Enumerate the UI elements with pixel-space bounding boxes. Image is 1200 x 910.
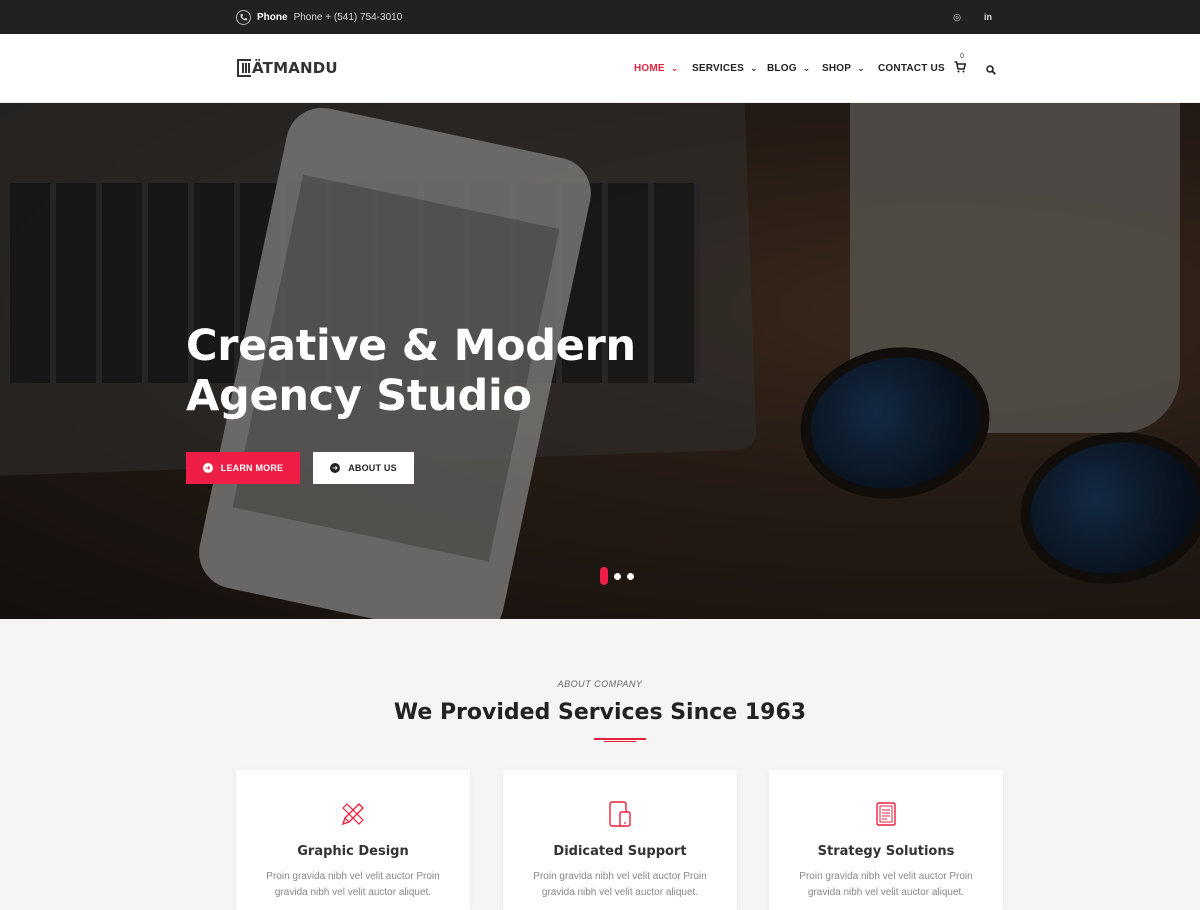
chevron-down-icon: ⌄ bbox=[750, 62, 758, 73]
pencil-ruler-icon bbox=[339, 800, 367, 828]
service-card-strategy-solutions[interactable]: Strategy Solutions Proin gravida nibh ve… bbox=[769, 770, 1003, 910]
clipboard-icon bbox=[872, 800, 900, 828]
site-header: ÄTMANDU bbox=[0, 34, 1200, 103]
logo-text: ÄTMANDU bbox=[252, 59, 338, 77]
learn-more-label: LEARN MORE bbox=[220, 463, 284, 473]
arrow-right-circle-icon: ➜ bbox=[330, 463, 341, 473]
service-card-text: Proin gravida nibh vel velit auctor Proi… bbox=[799, 871, 973, 898]
nav-contact-us-label: CONTACT US bbox=[878, 62, 945, 74]
about-us-button[interactable]: ➜ ABOUT US bbox=[313, 452, 414, 484]
chevron-down-icon: ⌄ bbox=[802, 62, 811, 73]
top-bar: Phone Phone + (541) 754-3010 ◎ in bbox=[0, 0, 1200, 34]
slider-dot-2[interactable] bbox=[614, 572, 621, 580]
service-card-text: Proin gravida nibh vel velit auctor Proi… bbox=[533, 871, 707, 898]
hero-title-line1: Creative & Modern bbox=[186, 321, 636, 371]
nav-blog[interactable]: BLOG ⌄ bbox=[767, 60, 810, 76]
logo-mark-icon bbox=[237, 59, 251, 77]
cart-icon[interactable] bbox=[954, 60, 968, 74]
about-title: We Provided Services Since 1963 bbox=[393, 700, 807, 725]
service-card-didicated-support[interactable]: Didicated Support Proin gravida nibh vel… bbox=[503, 770, 737, 910]
arrow-right-circle-icon: ➜ bbox=[202, 463, 213, 473]
phone-info: Phone Phone + (541) 754-3010 bbox=[236, 9, 402, 25]
service-card-graphic-design[interactable]: Graphic Design Proin gravida nibh vel ve… bbox=[236, 770, 470, 910]
slider-dot-3[interactable] bbox=[627, 572, 634, 580]
nav-contact-us[interactable]: CONTACT US bbox=[878, 60, 945, 76]
nav-home-label: HOME bbox=[634, 62, 665, 74]
phone-number: Phone + (541) 754-3010 bbox=[293, 11, 403, 23]
nav-services[interactable]: SERVICES ⌄ bbox=[692, 60, 758, 76]
nav-shop-label: SHOP bbox=[822, 62, 852, 74]
search-icon[interactable] bbox=[986, 62, 998, 75]
slider-pagination bbox=[600, 567, 634, 585]
chevron-down-icon: ⌄ bbox=[857, 62, 865, 73]
phone-label: Phone bbox=[257, 11, 288, 23]
about-kicker: ABOUT COMPANY bbox=[557, 679, 643, 689]
service-card-text: Proin gravida nibh vel velit auctor Proi… bbox=[266, 871, 440, 898]
site-logo[interactable]: ÄTMANDU bbox=[237, 58, 338, 78]
service-card-title: Graphic Design bbox=[297, 844, 409, 859]
nav-home[interactable]: HOME ⌄ bbox=[634, 60, 679, 76]
slider-dot-1[interactable] bbox=[600, 567, 608, 585]
chevron-down-icon: ⌄ bbox=[670, 62, 679, 73]
instagram-icon[interactable]: ◎ bbox=[949, 9, 965, 25]
hero-slider: Creative & Modern Agency Studio ➜ LEARN … bbox=[0, 103, 1200, 619]
devices-icon bbox=[606, 800, 634, 828]
section-divider bbox=[594, 738, 646, 742]
nav-services-label: SERVICES bbox=[692, 62, 744, 74]
phone-icon bbox=[236, 9, 251, 25]
linkedin-icon[interactable]: in bbox=[980, 9, 996, 25]
cart-count-badge: 0 bbox=[960, 53, 964, 60]
hero-title: Creative & Modern Agency Studio bbox=[186, 321, 786, 421]
hero-title-line2: Agency Studio bbox=[186, 371, 532, 421]
nav-blog-label: BLOG bbox=[767, 62, 797, 74]
learn-more-button[interactable]: ➜ LEARN MORE bbox=[186, 452, 300, 484]
service-card-title: Strategy Solutions bbox=[817, 844, 955, 859]
about-us-label: ABOUT US bbox=[348, 463, 397, 473]
service-card-title: Didicated Support bbox=[553, 844, 687, 859]
nav-shop[interactable]: SHOP ⌄ bbox=[822, 60, 865, 76]
